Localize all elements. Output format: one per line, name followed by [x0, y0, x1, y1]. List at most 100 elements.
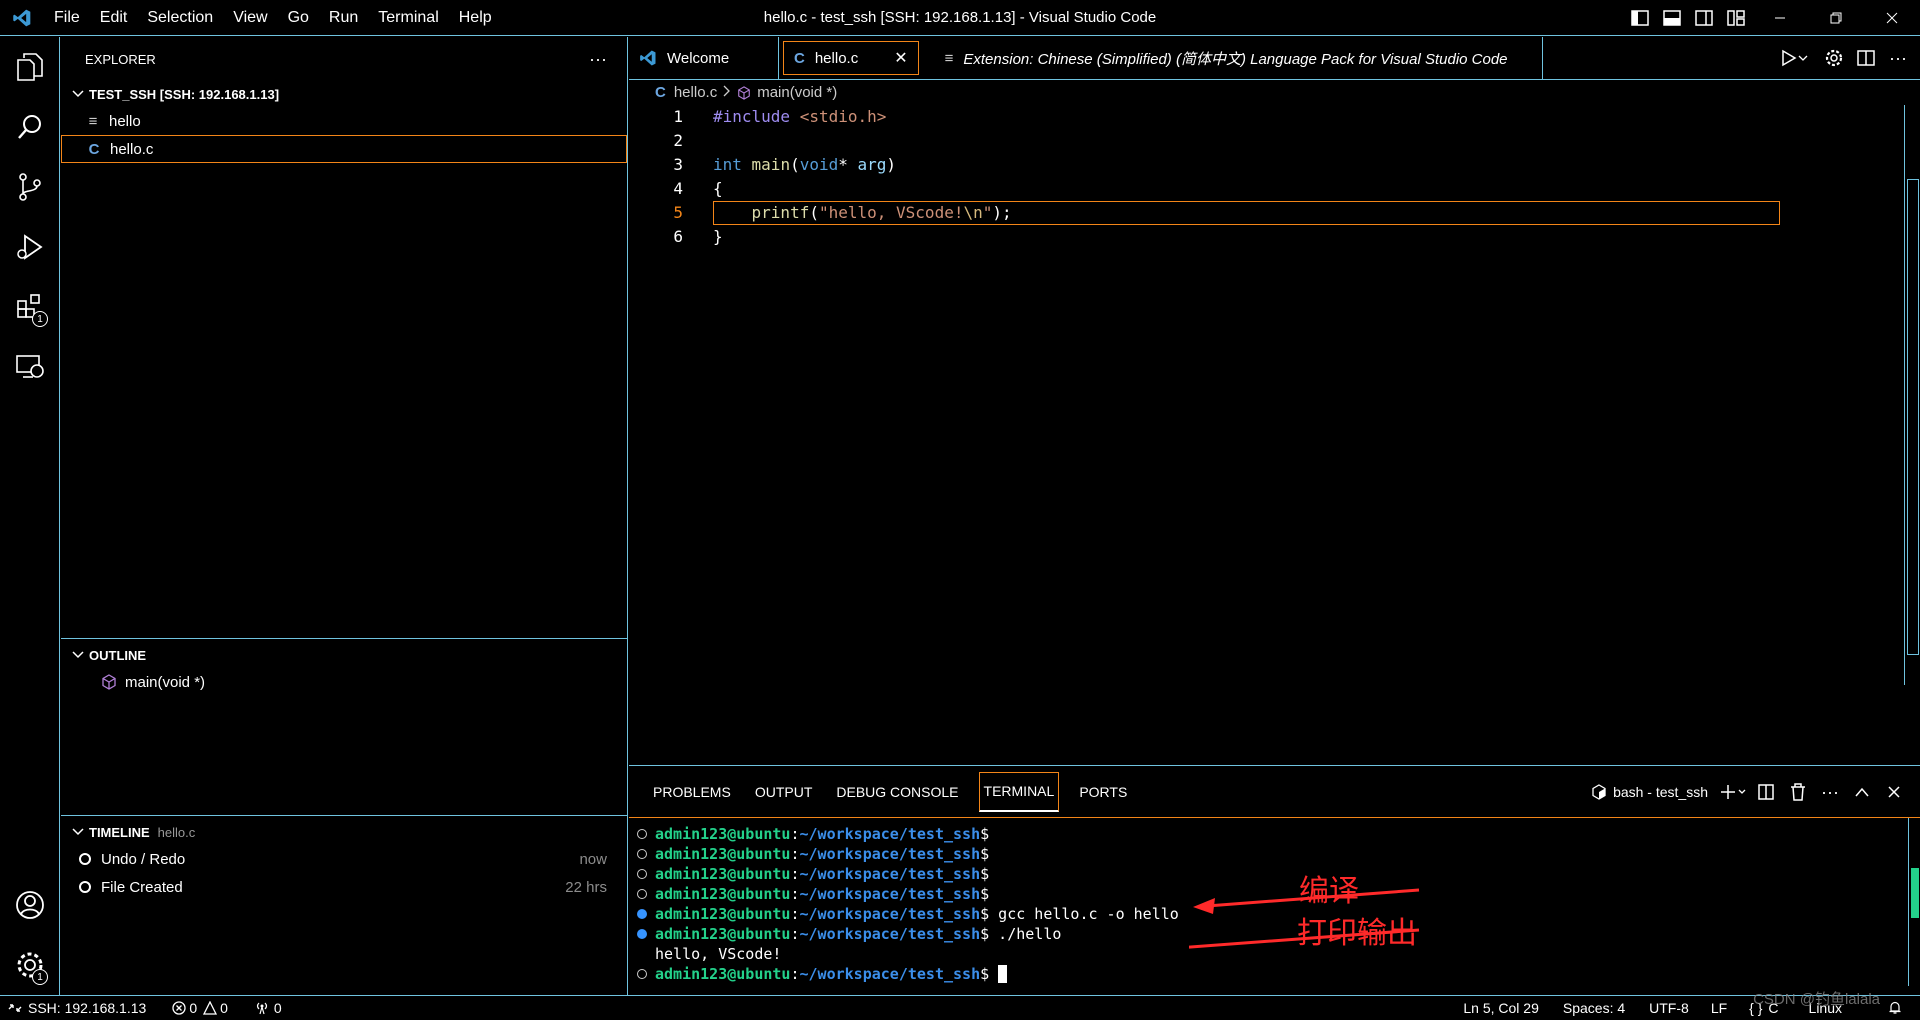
notifications-bell-icon[interactable]: [1880, 996, 1910, 1020]
cursor-position[interactable]: Ln 5, Col 29: [1455, 996, 1547, 1020]
breadcrumb-symbol[interactable]: main(void *): [757, 84, 837, 101]
menu-go[interactable]: Go: [278, 0, 319, 36]
command-decoration-icon[interactable]: [629, 909, 655, 919]
code-line: 2: [629, 129, 1920, 153]
toggle-secondary-sidebar-icon[interactable]: [1688, 0, 1720, 36]
command-decoration-icon[interactable]: [629, 929, 655, 939]
tab-debug-console[interactable]: DEBUG CONSOLE: [824, 772, 970, 812]
scrollbar-thumb[interactable]: [1911, 868, 1919, 918]
method-cube-icon: [99, 674, 119, 690]
editor-area: Welcome C hello.c ✕ ≡ Extension: Chinese…: [629, 37, 1920, 764]
breadcrumb-file[interactable]: hello.c: [674, 84, 717, 101]
trash-icon[interactable]: [1782, 783, 1814, 801]
terminal-command: ./hello: [989, 925, 1062, 943]
token: );: [992, 203, 1012, 222]
more-actions-icon[interactable]: ···: [589, 49, 607, 70]
timeline-item[interactable]: File Created 22 hrs: [61, 873, 627, 901]
end-of-line[interactable]: LF: [1703, 996, 1735, 1020]
line-number: 5: [673, 203, 683, 222]
text-file-icon: ≡: [88, 112, 98, 130]
error-icon: [172, 1001, 186, 1015]
tab-output[interactable]: OUTPUT: [743, 772, 825, 812]
command-decoration-icon[interactable]: [629, 869, 655, 879]
editor-actions: ···: [1778, 37, 1920, 79]
minimize-icon[interactable]: [1752, 0, 1808, 36]
scrollbar-thumb[interactable]: [1907, 179, 1919, 655]
prompt-user: admin123@ubuntu: [655, 825, 791, 843]
toggle-panel-icon[interactable]: [1656, 0, 1688, 36]
tab-hello-c[interactable]: C hello.c ✕: [783, 41, 919, 75]
warning-count: 0: [220, 1000, 228, 1016]
toggle-primary-sidebar-icon[interactable]: [1624, 0, 1656, 36]
tab-extension[interactable]: ≡ Extension: Chinese (Simplified) (简体中文)…: [925, 37, 1543, 79]
code-editor[interactable]: 1 #include <stdio.h> 2 3 int main(void* …: [629, 105, 1920, 249]
c-file-icon: C: [655, 84, 666, 101]
vscode-logo-icon: [0, 0, 44, 36]
tab-terminal[interactable]: TERMINAL: [978, 771, 1060, 812]
file-item-hello-c[interactable]: C hello.c: [61, 135, 627, 163]
menu-view[interactable]: View: [223, 0, 277, 36]
remote-indicator[interactable]: SSH: 192.168.1.13: [0, 996, 154, 1020]
explorer-title: EXPLORER: [85, 51, 156, 67]
run-debug-dropdown-icon[interactable]: [1778, 49, 1810, 67]
menu-help[interactable]: Help: [449, 0, 502, 36]
remote-explorer-icon[interactable]: [0, 337, 60, 397]
command-decoration-icon[interactable]: [629, 969, 655, 979]
token: ): [886, 155, 897, 174]
editor-scrollbar[interactable]: [1904, 105, 1920, 685]
timeline-item[interactable]: Undo / Redo now: [61, 845, 627, 873]
prompt-path: ~/workspace/test_ssh: [799, 885, 981, 903]
chevron-down-icon: [69, 90, 87, 98]
search-icon[interactable]: [0, 97, 60, 157]
close-panel-icon[interactable]: [1878, 786, 1910, 798]
command-decoration-icon[interactable]: [629, 889, 655, 899]
customize-layout-icon[interactable]: [1720, 0, 1752, 36]
menu-edit[interactable]: Edit: [90, 0, 138, 36]
tab-problems[interactable]: PROBLEMS: [641, 772, 743, 812]
more-actions-icon[interactable]: ···: [1882, 48, 1914, 69]
token: void: [799, 155, 839, 174]
remote-label: SSH: 192.168.1.13: [28, 1000, 147, 1016]
timeline-file: hello.c: [157, 824, 196, 840]
settings-gear-icon[interactable]: [1818, 49, 1850, 67]
terminal-command: gcc hello.c -o hello: [989, 905, 1179, 923]
restore-icon[interactable]: [1808, 0, 1864, 36]
menu-file[interactable]: File: [44, 0, 90, 36]
command-decoration-icon[interactable]: [629, 849, 655, 859]
encoding[interactable]: UTF-8: [1641, 996, 1697, 1020]
tab-welcome[interactable]: Welcome: [629, 37, 779, 79]
indentation[interactable]: Spaces: 4: [1555, 996, 1633, 1020]
timeline-section-header[interactable]: TIMELINE hello.c: [61, 819, 627, 845]
annotation-compile: 编译: [1299, 874, 1359, 909]
panel-actions: bash - test_ssh ···: [1591, 766, 1910, 818]
tab-ports[interactable]: PORTS: [1067, 772, 1139, 812]
new-terminal-icon[interactable]: [1718, 784, 1750, 800]
manage-gear-icon[interactable]: 1: [0, 935, 60, 995]
outline-item[interactable]: main(void *): [61, 668, 627, 696]
close-window-icon[interactable]: [1864, 0, 1920, 36]
menu-run[interactable]: Run: [319, 0, 368, 36]
split-editor-icon[interactable]: [1850, 50, 1882, 66]
source-control-icon[interactable]: [0, 157, 60, 217]
run-debug-icon[interactable]: [0, 217, 60, 277]
file-item-hello[interactable]: ≡ hello: [61, 107, 627, 135]
explorer-icon[interactable]: [0, 37, 60, 97]
terminal[interactable]: admin123@ubuntu: ~/workspace/test_ssh $ ad…: [629, 818, 1920, 988]
problems-indicator[interactable]: 0 0: [164, 996, 236, 1020]
close-tab-icon[interactable]: ✕: [894, 48, 907, 68]
outline-section-header[interactable]: OUTLINE: [61, 642, 627, 668]
code-line-current: 5 printf("hello, VScode!\n");: [629, 201, 1920, 225]
more-actions-icon[interactable]: ···: [1814, 782, 1846, 803]
extensions-icon[interactable]: 1: [0, 277, 60, 337]
terminal-scrollbar[interactable]: [1908, 818, 1920, 986]
command-decoration-icon[interactable]: [629, 829, 655, 839]
ports-indicator[interactable]: 0: [246, 996, 290, 1020]
workspace-section-header[interactable]: TEST_SSH [SSH: 192.168.1.13]: [61, 81, 627, 107]
terminal-name[interactable]: bash - test_ssh: [1613, 784, 1708, 800]
menu-selection[interactable]: Selection: [137, 0, 223, 36]
prompt-path: ~/workspace/test_ssh: [799, 825, 981, 843]
split-terminal-icon[interactable]: [1750, 784, 1782, 800]
maximize-panel-icon[interactable]: [1846, 787, 1878, 797]
accounts-icon[interactable]: [0, 875, 60, 935]
menu-terminal[interactable]: Terminal: [368, 0, 448, 36]
